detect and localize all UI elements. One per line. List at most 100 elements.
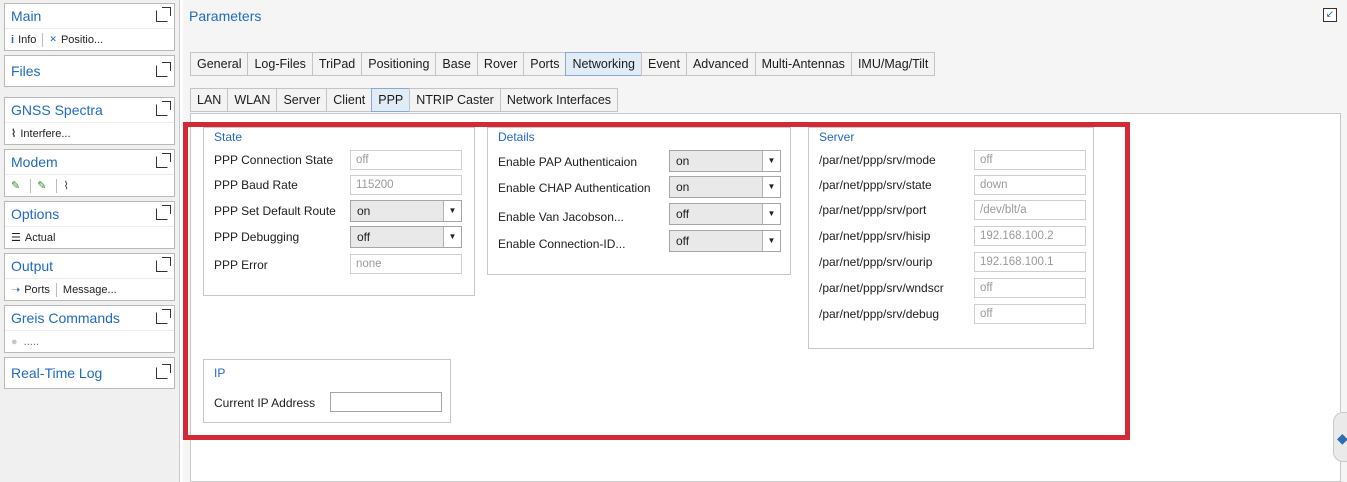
panel-files-header[interactable]: Files	[5, 56, 174, 86]
server-wndscr-field: off	[974, 278, 1086, 298]
server-ourip-field: 192.168.100.1	[974, 252, 1086, 272]
chap-select[interactable]: on ▼	[669, 176, 781, 198]
collapse-icon[interactable]: ↙	[1323, 8, 1337, 22]
panel-gnss-spectra-items: ⌇ Interfere...	[5, 122, 174, 144]
divider	[30, 178, 32, 193]
server-hisip-field: 192.168.100.2	[974, 226, 1086, 246]
popout-icon[interactable]	[156, 101, 171, 116]
chevron-down-icon[interactable]: ▼	[443, 201, 461, 221]
tab-tripad[interactable]: TriPad	[311, 52, 363, 76]
actual-item[interactable]: Actual	[25, 232, 56, 244]
panel-modem-header[interactable]: Modem	[5, 150, 174, 174]
connection-id-row: Enable Connection-ID...	[498, 234, 625, 254]
tab-imu-mag-tilt[interactable]: IMU/Mag/Tilt	[850, 52, 936, 76]
link-alt-icon[interactable]: ✎	[37, 179, 46, 192]
info-item[interactable]: Info	[18, 34, 36, 46]
popout-icon[interactable]	[156, 364, 171, 379]
panel-main-header[interactable]: Main	[5, 4, 174, 28]
server-group: Server /par/net/ppp/srv/mode off /par/ne…	[808, 127, 1094, 349]
positioning-item[interactable]: Positio...	[61, 34, 103, 46]
connection-id-select[interactable]: off ▼	[669, 230, 781, 252]
chart-icon[interactable]: ⌇	[63, 179, 68, 192]
group-title: Details	[498, 130, 535, 144]
panel-options: Options ☰ Actual	[4, 201, 175, 249]
tab-multi-antennas[interactable]: Multi-Antennas	[754, 52, 852, 76]
greis-item[interactable]: .....	[24, 336, 39, 348]
link-icon[interactable]: ✎	[11, 179, 20, 192]
interference-item[interactable]: Interfere...	[20, 128, 70, 140]
tab-base[interactable]: Base	[435, 52, 478, 76]
divider	[55, 282, 57, 297]
popout-icon[interactable]	[156, 257, 171, 272]
field-label: Enable Van Jacobson...	[498, 210, 624, 224]
default-route-row: PPP Set Default Route	[214, 201, 336, 221]
server-row: /par/net/ppp/srv/port	[819, 200, 926, 220]
panel-options-header[interactable]: Options	[5, 202, 174, 226]
field-label: /par/net/ppp/srv/mode	[819, 153, 936, 167]
info-icon: i	[11, 33, 15, 46]
messages-item[interactable]: Message...	[63, 284, 117, 296]
popout-icon[interactable]	[156, 153, 171, 168]
list-icon: ☰	[11, 232, 21, 244]
field-label: Enable Connection-ID...	[498, 237, 626, 251]
panel-gnss-spectra-header[interactable]: GNSS Spectra	[5, 98, 174, 122]
arrow-icon: ➝	[11, 284, 21, 296]
divider	[56, 178, 58, 193]
panel-output: Output ➝ Ports Message...	[4, 253, 175, 301]
panel-greis-header[interactable]: Greis Commands	[5, 306, 174, 330]
tab-ppp[interactable]: PPP	[371, 88, 411, 112]
tab-ports[interactable]: Ports	[523, 52, 567, 76]
tab-general[interactable]: General	[190, 52, 249, 76]
panel-rtlog-header[interactable]: Real-Time Log	[5, 358, 174, 388]
server-port-field: /dev/blt/a	[974, 200, 1086, 220]
popout-icon[interactable]	[156, 205, 171, 220]
popout-icon[interactable]	[156, 7, 171, 22]
tab-advanced[interactable]: Advanced	[685, 52, 756, 76]
panel-title: Options	[11, 206, 60, 222]
field-label: PPP Set Default Route	[214, 204, 336, 218]
debugging-select[interactable]: off ▼	[350, 226, 462, 248]
chevron-down-icon[interactable]: ▼	[762, 231, 780, 251]
popout-icon[interactable]	[156, 62, 171, 77]
chevron-down-icon[interactable]: ▼	[762, 177, 780, 197]
current-ip-field[interactable]	[330, 392, 442, 412]
field-label: /par/net/ppp/srv/debug	[819, 307, 940, 321]
panel-title: Modem	[11, 154, 58, 170]
chevron-left-icon: ◆	[1337, 430, 1347, 446]
server-row: /par/net/ppp/srv/debug	[819, 304, 939, 324]
ports-item[interactable]: Ports	[24, 284, 50, 296]
satellite-icon: ✕	[49, 34, 57, 44]
panel-output-items: ➝ Ports Message...	[5, 278, 174, 300]
chevron-down-icon[interactable]: ▼	[762, 204, 780, 224]
popout-icon[interactable]	[156, 309, 171, 324]
field-label: /par/net/ppp/srv/state	[819, 178, 932, 192]
pap-select[interactable]: on ▼	[669, 150, 781, 172]
side-panel-handle[interactable]: ◆	[1333, 412, 1347, 462]
van-jacobson-select[interactable]: off ▼	[669, 203, 781, 225]
tab-log-files[interactable]: Log-Files	[247, 52, 313, 76]
chap-row: Enable CHAP Authentication	[498, 178, 651, 198]
field-label: /par/net/ppp/srv/wndscr	[819, 281, 944, 295]
chevron-down-icon[interactable]: ▼	[762, 151, 780, 171]
tab-rover[interactable]: Rover	[476, 52, 525, 76]
tab-lan[interactable]: LAN	[190, 88, 229, 112]
default-route-select[interactable]: on ▼	[350, 200, 462, 222]
panel-output-header[interactable]: Output	[5, 254, 174, 278]
page-title: Parameters	[189, 8, 262, 24]
tab-network-interfaces[interactable]: Network Interfaces	[499, 88, 619, 112]
sidebar: Main i Info ✕ Positio... Files GNSS Spec…	[0, 0, 180, 482]
debugging-row: PPP Debugging	[214, 227, 299, 247]
panel-modem: Modem ✎ ✎ ⌇	[4, 149, 175, 197]
tab-ntrip-caster[interactable]: NTRIP Caster	[409, 88, 501, 112]
tab-wlan[interactable]: WLAN	[227, 88, 278, 112]
field-label: /par/net/ppp/srv/ourip	[819, 255, 933, 269]
tab-client[interactable]: Client	[326, 88, 373, 112]
chevron-down-icon[interactable]: ▼	[443, 227, 461, 247]
tab-server[interactable]: Server	[276, 88, 328, 112]
select-value: on	[357, 204, 371, 218]
panel-title: GNSS Spectra	[11, 102, 103, 118]
connection-state-field: off	[350, 150, 462, 170]
tab-positioning[interactable]: Positioning	[361, 52, 437, 76]
tab-event[interactable]: Event	[640, 52, 687, 76]
tab-networking[interactable]: Networking	[565, 52, 642, 76]
